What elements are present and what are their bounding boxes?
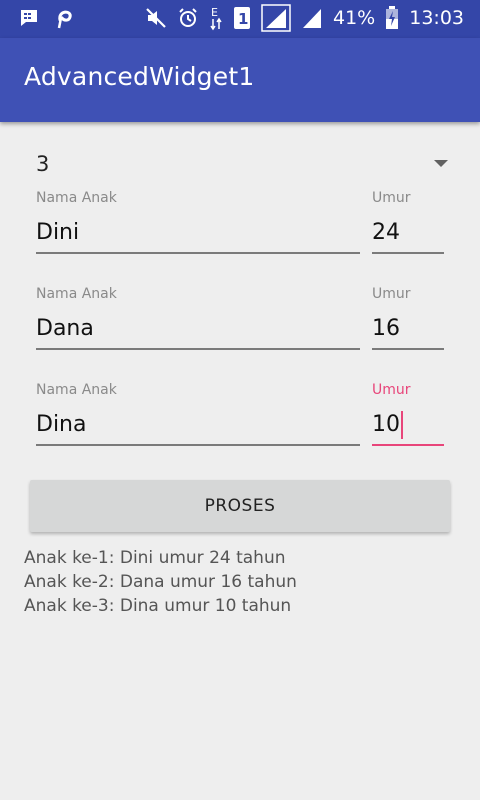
status-left-icons bbox=[18, 6, 74, 30]
age-input[interactable]: 10 bbox=[372, 408, 444, 446]
child-row-3: Nama Anak Dina Umur 10 bbox=[36, 382, 444, 462]
age-input[interactable]: 24 bbox=[372, 216, 444, 254]
battery-percent: 41% bbox=[333, 7, 376, 29]
status-bar: E 1 41% 13:03 bbox=[0, 0, 480, 38]
name-label: Nama Anak bbox=[36, 190, 117, 206]
name-input[interactable]: Dana bbox=[36, 312, 360, 350]
age-label: Umur bbox=[372, 382, 411, 398]
age-label: Umur bbox=[372, 190, 411, 206]
battery-charging-icon bbox=[385, 6, 399, 30]
result-line: Anak ke-3: Dina umur 10 tahun bbox=[24, 596, 292, 616]
proses-button[interactable]: PROSES bbox=[30, 480, 450, 532]
child-row-2: Nama Anak Dana Umur 16 bbox=[36, 286, 444, 366]
signal-icon bbox=[261, 4, 291, 32]
result-line: Anak ke-2: Dana umur 16 tahun bbox=[24, 572, 297, 592]
status-right-icons: E 1 41% 13:03 bbox=[145, 4, 464, 32]
network-letter: E bbox=[211, 6, 218, 19]
child-row-1: Nama Anak Dini Umur 24 bbox=[36, 190, 444, 270]
age-label: Umur bbox=[372, 286, 411, 302]
alarm-icon bbox=[177, 7, 199, 29]
app-bar: AdvancedWidget1 bbox=[0, 38, 480, 122]
sim-number: 1 bbox=[238, 10, 248, 28]
result-text: Anak ke-1: Dini umur 24 tahun Anak ke-2:… bbox=[24, 546, 297, 618]
signal-icon bbox=[301, 6, 323, 30]
text-cursor bbox=[401, 411, 403, 439]
sim-icon: 1 bbox=[233, 6, 251, 30]
age-input-value: 10 bbox=[372, 412, 400, 437]
mute-icon bbox=[145, 7, 167, 29]
bbm-icon bbox=[18, 7, 40, 29]
network-type-icon: E bbox=[209, 5, 223, 31]
name-label: Nama Anak bbox=[36, 286, 117, 302]
dropdown-arrow-icon bbox=[434, 160, 448, 167]
app-title: AdvancedWidget1 bbox=[24, 62, 255, 91]
name-input[interactable]: Dini bbox=[36, 216, 360, 254]
spinner-value: 3 bbox=[36, 152, 50, 176]
pinterest-icon bbox=[52, 6, 74, 30]
age-input[interactable]: 16 bbox=[372, 312, 444, 350]
child-count-spinner[interactable]: 3 bbox=[36, 150, 448, 182]
name-input[interactable]: Dina bbox=[36, 408, 360, 446]
status-time: 13:03 bbox=[409, 7, 464, 29]
result-line: Anak ke-1: Dini umur 24 tahun bbox=[24, 548, 286, 568]
name-label: Nama Anak bbox=[36, 382, 117, 398]
